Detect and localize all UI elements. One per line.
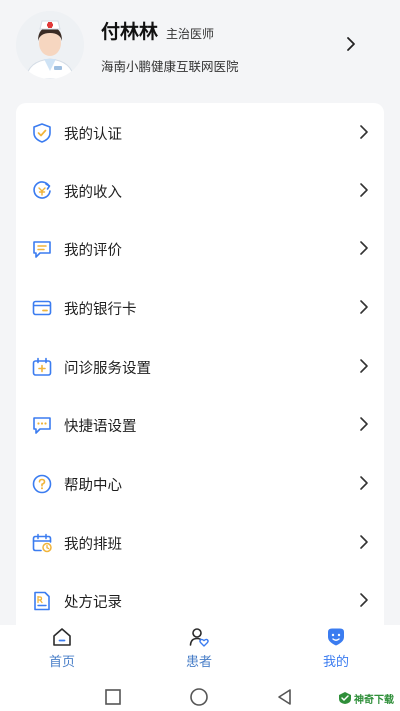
chevron-right-icon [358,592,370,608]
chevron-right-icon [358,299,370,315]
profile-header[interactable]: 付林林 主治医师 海南小鹏健康互联网医院 [0,0,400,100]
tab-patients[interactable]: 患者 [154,625,244,675]
tab-label: 我的 [322,655,349,670]
menu-item-schedule[interactable]: 我的排班 [16,513,384,571]
calendar-plus-icon [31,356,53,378]
watermark-logo: 神奇下载 [338,690,398,706]
prescription-icon [31,590,53,612]
chevron-right-icon[interactable] [343,35,359,53]
bottom-tab-bar: 首页 患者 我的 [0,625,400,675]
menu-item-quick-phrases[interactable]: 快捷语设置 [16,395,384,453]
recent-apps-icon[interactable] [103,687,123,707]
watermark-icon [339,692,351,704]
tab-profile[interactable]: 我的 [291,625,381,675]
income-icon [31,180,53,202]
menu-item-label: 快捷语设置 [64,419,137,435]
home-icon [51,626,73,648]
menu-item-income[interactable]: 我的收入 [16,161,384,219]
chevron-right-icon [358,182,370,198]
chevron-right-icon [358,358,370,374]
chat-dots-icon [31,414,53,436]
bank-card-icon [31,297,53,319]
menu-item-certification[interactable]: 我的认证 [16,103,384,161]
doctor-hospital: 海南小鹏健康互联网医院 [101,59,239,74]
chevron-right-icon [358,534,370,550]
doctor-title: 主治医师 [166,27,215,41]
chevron-right-icon [358,416,370,432]
comment-icon [31,238,53,260]
menu-item-label: 问诊服务设置 [64,361,151,377]
menu-item-label: 帮助中心 [64,478,122,494]
help-icon [31,473,53,495]
menu-item-label: 处方记录 [64,595,122,611]
menu-item-prescriptions[interactable]: 处方记录 [16,571,384,629]
schedule-icon [31,532,53,554]
back-triangle-icon[interactable] [275,687,295,707]
home-circle-icon[interactable] [189,687,209,707]
menu-item-reviews[interactable]: 我的评价 [16,219,384,277]
doctor-name: 付林林 [101,21,159,43]
shield-check-icon [31,122,53,144]
menu-item-label: 我的银行卡 [64,302,137,318]
chevron-right-icon [358,240,370,256]
tab-label: 患者 [185,655,212,670]
tab-label: 首页 [48,655,75,670]
chevron-right-icon [358,475,370,491]
menu-item-label: 我的收入 [64,185,122,201]
menu-item-bank-card[interactable]: 我的银行卡 [16,278,384,336]
menu-item-label: 我的排班 [64,537,122,553]
patient-icon [188,626,210,648]
watermark-text: 神奇下载 [354,695,394,706]
avatar [16,11,84,79]
tab-home[interactable]: 首页 [17,625,107,675]
menu-item-consult-settings[interactable]: 问诊服务设置 [16,337,384,395]
menu-item-help-center[interactable]: 帮助中心 [16,454,384,512]
menu-item-label: 我的评价 [64,243,122,259]
menu-list: 我的认证 我的收入 我的评价 我的银行卡 问诊服务设置 快捷语设置 帮助中心 我… [16,103,384,633]
menu-item-label: 我的认证 [64,127,122,143]
profile-icon [325,626,347,648]
chevron-right-icon [358,124,370,140]
